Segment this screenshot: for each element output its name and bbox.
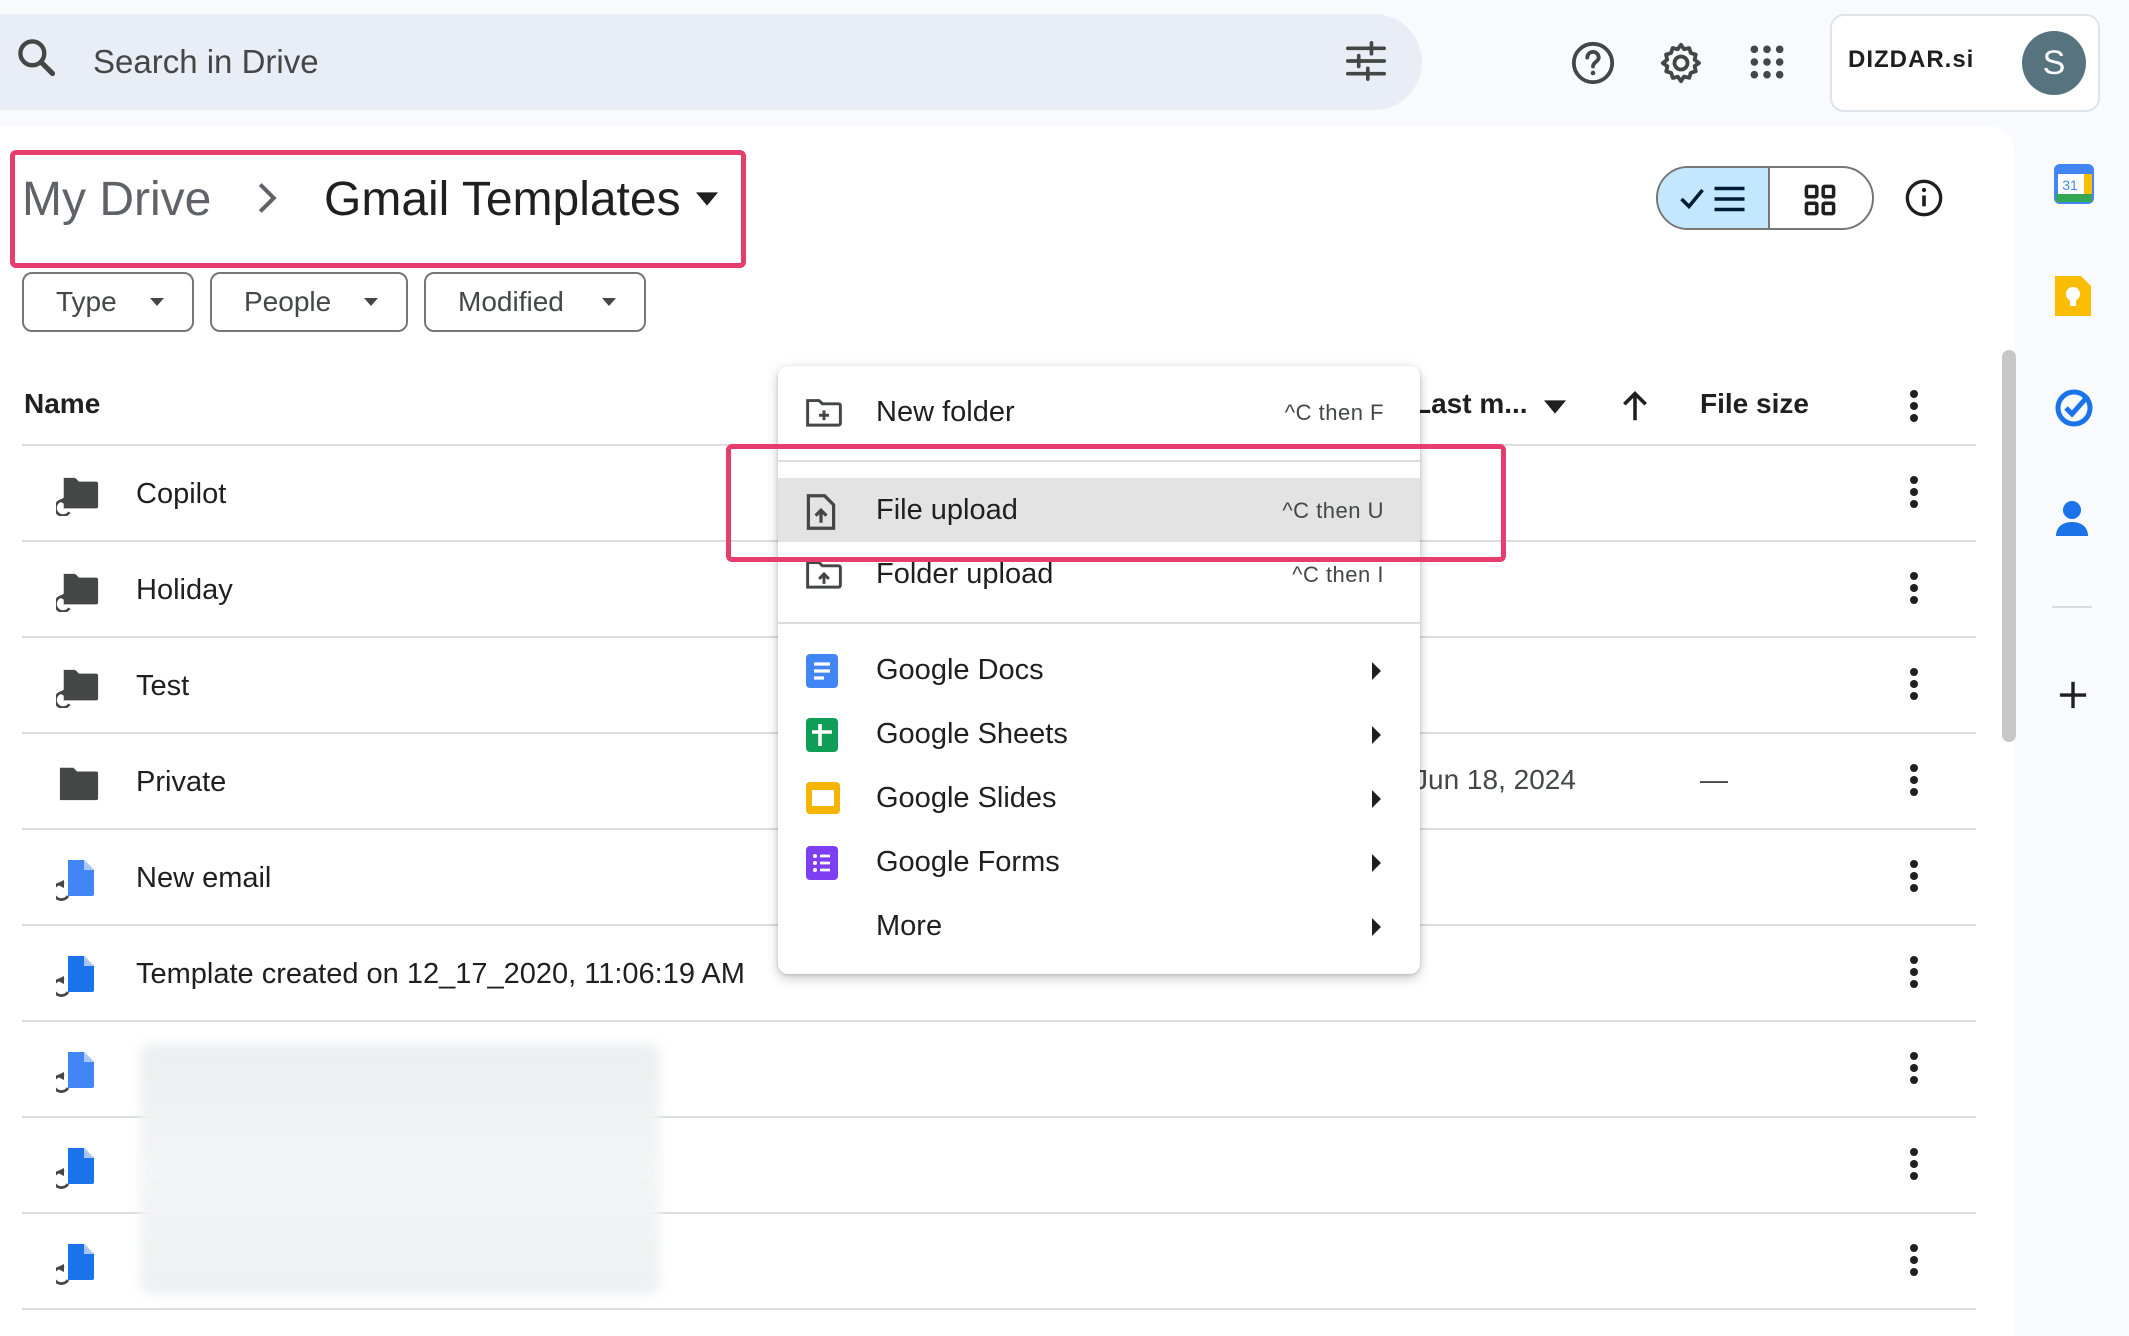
menu-item-label: Google Docs <box>876 654 1044 686</box>
menu-item-new-folder[interactable]: New folder ^C then F <box>778 380 1420 444</box>
folder-upload-icon <box>806 558 842 590</box>
more-vert-icon[interactable] <box>1910 1244 1918 1276</box>
google-sheets-icon <box>806 718 838 752</box>
more-vert-icon[interactable] <box>1910 1148 1918 1180</box>
caret-down-icon <box>602 298 616 306</box>
column-header-file-size[interactable]: File size <box>1700 388 1809 420</box>
avatar[interactable]: S <box>2022 31 2086 95</box>
submenu-arrow-icon <box>1372 854 1381 872</box>
google-docs-icon <box>806 654 838 688</box>
search-input[interactable]: Search in Drive <box>93 40 319 84</box>
caret-down-icon <box>364 298 378 306</box>
sort-arrow-up-icon[interactable] <box>1620 390 1650 422</box>
caret-down-icon[interactable] <box>1544 400 1566 414</box>
shared-folder-icon <box>56 474 102 516</box>
shared-folder-icon <box>56 570 102 612</box>
menu-item-shortcut: ^C then I <box>1292 562 1384 587</box>
more-vert-icon[interactable] <box>1910 572 1918 604</box>
column-header-last-modified[interactable]: Last m... <box>1414 388 1528 420</box>
search-icon[interactable] <box>14 35 58 79</box>
keep-icon[interactable] <box>2054 276 2092 316</box>
more-vert-icon[interactable] <box>1910 390 1918 422</box>
filter-type[interactable]: Type <box>22 272 194 332</box>
menu-item-more[interactable]: More <box>778 894 1420 958</box>
shortcut-doc-icon <box>56 858 96 902</box>
annotation-highlight-breadcrumb <box>10 150 746 268</box>
apps-grid-icon[interactable] <box>1748 43 1786 81</box>
new-folder-icon <box>806 396 842 428</box>
menu-item-label: Google Forms <box>876 846 1060 878</box>
more-vert-icon[interactable] <box>1910 1052 1918 1084</box>
shortcut-doc-icon <box>56 1242 96 1286</box>
list-view-button[interactable] <box>1658 168 1770 228</box>
file-name: Test <box>136 670 190 702</box>
more-vert-icon[interactable] <box>1910 764 1918 796</box>
menu-item-label: Google Slides <box>876 782 1057 814</box>
menu-item-google-slides[interactable]: Google Slides <box>778 766 1420 830</box>
file-name: Private <box>136 766 227 798</box>
calendar-icon[interactable]: 31 <box>2054 164 2094 204</box>
shared-folder-icon <box>56 666 102 708</box>
contacts-icon[interactable] <box>2054 498 2090 538</box>
google-slides-icon <box>806 782 840 814</box>
menu-divider <box>778 622 1420 624</box>
filter-modified[interactable]: Modified <box>424 272 646 332</box>
file-date: Jun 18, 2024 <box>1414 764 1576 795</box>
annotation-highlight-file-upload <box>726 444 1506 562</box>
grid-icon <box>1804 184 1836 216</box>
organization-logo: DIZDAR.si <box>1848 46 1975 73</box>
shortcut-doc-icon <box>56 954 96 998</box>
help-icon[interactable] <box>1570 40 1616 86</box>
more-vert-icon[interactable] <box>1910 956 1918 988</box>
menu-item-google-sheets[interactable]: Google Sheets <box>778 702 1420 766</box>
column-header-name[interactable]: Name <box>24 388 100 420</box>
filter-people-label: People <box>244 286 332 317</box>
file-name: Holiday <box>136 574 233 606</box>
search-options-icon[interactable] <box>1344 41 1388 81</box>
grid-view-button[interactable] <box>1768 168 1872 228</box>
submenu-arrow-icon <box>1372 726 1381 744</box>
add-addon-icon[interactable] <box>2058 680 2088 710</box>
file-name: New email <box>136 862 272 894</box>
menu-item-label: Google Sheets <box>876 718 1068 750</box>
menu-item-google-forms[interactable]: Google Forms <box>778 830 1420 894</box>
info-icon[interactable] <box>1904 178 1944 218</box>
divider <box>22 1308 1976 1310</box>
shortcut-doc-icon <box>56 1050 96 1094</box>
menu-item-label: New folder <box>876 396 1015 428</box>
scrollbar[interactable] <box>2002 350 2016 742</box>
google-forms-icon <box>806 846 838 880</box>
menu-item-google-docs[interactable]: Google Docs <box>778 638 1420 702</box>
svg-text:31: 31 <box>2062 177 2078 193</box>
submenu-arrow-icon <box>1372 918 1381 936</box>
checked-list-icon <box>1680 186 1745 212</box>
menu-item-label: More <box>876 910 943 942</box>
file-name: Copilot <box>136 478 227 510</box>
filter-type-label: Type <box>56 286 117 317</box>
filter-people[interactable]: People <box>210 272 408 332</box>
filter-modified-label: Modified <box>458 286 564 317</box>
more-vert-icon[interactable] <box>1910 668 1918 700</box>
menu-item-shortcut: ^C then F <box>1284 400 1384 425</box>
view-toggle[interactable] <box>1656 166 1874 230</box>
file-size: — <box>1700 764 1728 795</box>
folder-icon <box>56 762 102 804</box>
divider <box>2052 606 2092 608</box>
file-name: Template created on 12_17_2020, 11:06:19… <box>136 958 745 990</box>
more-vert-icon[interactable] <box>1910 476 1918 508</box>
submenu-arrow-icon <box>1372 790 1381 808</box>
shortcut-doc-icon <box>56 1146 96 1190</box>
caret-down-icon <box>150 298 164 306</box>
tasks-icon[interactable] <box>2054 388 2094 428</box>
more-vert-icon[interactable] <box>1910 860 1918 892</box>
submenu-arrow-icon <box>1372 662 1381 680</box>
gear-icon[interactable] <box>1658 40 1704 86</box>
redacted-region <box>140 1044 660 1294</box>
